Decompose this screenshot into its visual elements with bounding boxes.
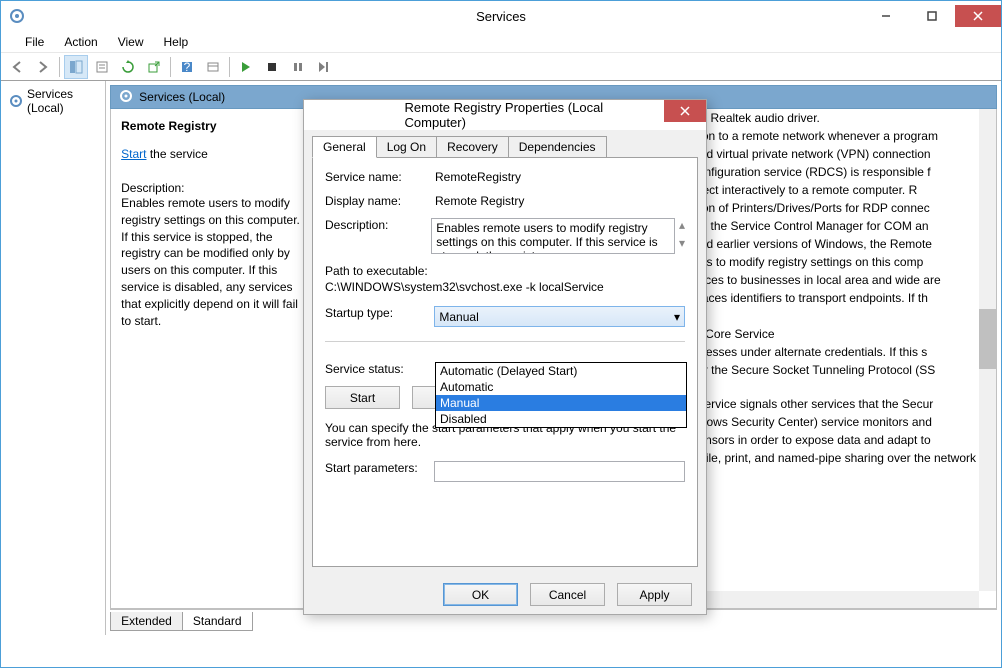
properties-dialog: Remote Registry Properties (Local Comput… — [303, 99, 707, 615]
option-delayed[interactable]: Automatic (Delayed Start) — [436, 363, 686, 379]
description-label: Description: — [325, 218, 431, 232]
tab-recovery[interactable]: Recovery — [436, 136, 509, 158]
menu-action[interactable]: Action — [56, 33, 105, 51]
description-label: Description: — [121, 181, 304, 195]
option-disabled[interactable]: Disabled — [436, 411, 686, 427]
play-button[interactable] — [234, 55, 258, 79]
selected-service-name: Remote Registry — [121, 119, 216, 133]
ok-button[interactable]: OK — [443, 583, 518, 606]
menu-help[interactable]: Help — [156, 33, 197, 51]
pause-button[interactable] — [286, 55, 310, 79]
scrollbar-thumb[interactable] — [979, 309, 996, 369]
service-name-label: Service name: — [325, 170, 435, 184]
start-button[interactable]: Start — [325, 386, 400, 409]
detail-pane: Remote Registry Start the service Descri… — [111, 109, 315, 608]
back-button[interactable] — [5, 55, 29, 79]
start-text: the service — [146, 147, 207, 161]
service-status-label: Service status: — [325, 362, 435, 376]
display-name-value: Remote Registry — [435, 194, 685, 208]
path-label: Path to executable: — [325, 264, 685, 278]
cancel-button[interactable]: Cancel — [530, 583, 605, 606]
dialog-body: Service name:RemoteRegistry Display name… — [312, 157, 698, 567]
start-params-input[interactable] — [434, 461, 685, 482]
window-title: Services — [476, 9, 526, 24]
apply-button[interactable]: Apply — [617, 583, 692, 606]
start-link[interactable]: Start — [121, 147, 146, 161]
export-button[interactable] — [142, 55, 166, 79]
vertical-scrollbar[interactable] — [979, 109, 996, 591]
refresh-button[interactable] — [116, 55, 140, 79]
menu-view[interactable]: View — [110, 33, 152, 51]
menu-file[interactable]: File — [17, 33, 52, 51]
tab-dependencies[interactable]: Dependencies — [508, 136, 607, 158]
startup-dropdown[interactable]: Automatic (Delayed Start) Automatic Manu… — [435, 362, 687, 428]
minimize-button[interactable] — [863, 5, 909, 27]
title-bar: Services — [1, 1, 1001, 31]
chevron-down-icon: ▾ — [674, 310, 680, 324]
display-name-label: Display name: — [325, 194, 435, 208]
tab-extended[interactable]: Extended — [110, 612, 183, 631]
properties-button[interactable] — [90, 55, 114, 79]
menu-bar: File Action View Help — [1, 31, 1001, 53]
help-button[interactable]: ? — [175, 55, 199, 79]
startup-type-combo[interactable]: Manual ▾ — [434, 306, 685, 327]
svg-text:?: ? — [184, 60, 191, 74]
services-icon — [9, 8, 25, 24]
restart-button[interactable] — [312, 55, 336, 79]
description-text: Enables remote users to modify registry … — [121, 195, 304, 329]
service-name-value: RemoteRegistry — [435, 170, 685, 184]
tab-standard[interactable]: Standard — [182, 612, 253, 631]
toolbar: ? — [1, 53, 1001, 81]
tb-button-extra[interactable] — [201, 55, 225, 79]
path-value: C:\WINDOWS\system32\svchost.exe -k local… — [325, 280, 685, 294]
gear-icon — [119, 89, 133, 106]
tree-pane: Services (Local) — [1, 81, 106, 635]
tab-logon[interactable]: Log On — [376, 136, 437, 158]
maximize-button[interactable] — [909, 5, 955, 27]
forward-button[interactable] — [31, 55, 55, 79]
tab-general[interactable]: General — [312, 136, 377, 158]
combo-value: Manual — [439, 310, 478, 324]
dialog-tabs: General Log On Recovery Dependencies — [304, 130, 706, 158]
description-field[interactable] — [431, 218, 675, 254]
tree-services-local[interactable]: Services (Local) — [5, 85, 101, 117]
stop-button[interactable] — [260, 55, 284, 79]
option-manual[interactable]: Manual — [436, 395, 686, 411]
dialog-title: Remote Registry Properties (Local Comput… — [405, 100, 606, 130]
close-button[interactable] — [955, 5, 1001, 27]
startup-type-label: Startup type: — [325, 306, 434, 320]
show-hide-tree-button[interactable] — [64, 55, 88, 79]
gear-icon — [9, 94, 23, 108]
option-automatic[interactable]: Automatic — [436, 379, 686, 395]
pane-title: Services (Local) — [139, 90, 225, 104]
dialog-footer: OK Cancel Apply — [304, 575, 706, 614]
tree-label: Services (Local) — [27, 87, 97, 115]
dialog-close-button[interactable] — [664, 100, 706, 122]
spinner-icon[interactable]: ▴▾ — [679, 218, 685, 250]
dialog-title-bar: Remote Registry Properties (Local Comput… — [304, 100, 706, 130]
start-params-label: Start parameters: — [325, 461, 434, 475]
